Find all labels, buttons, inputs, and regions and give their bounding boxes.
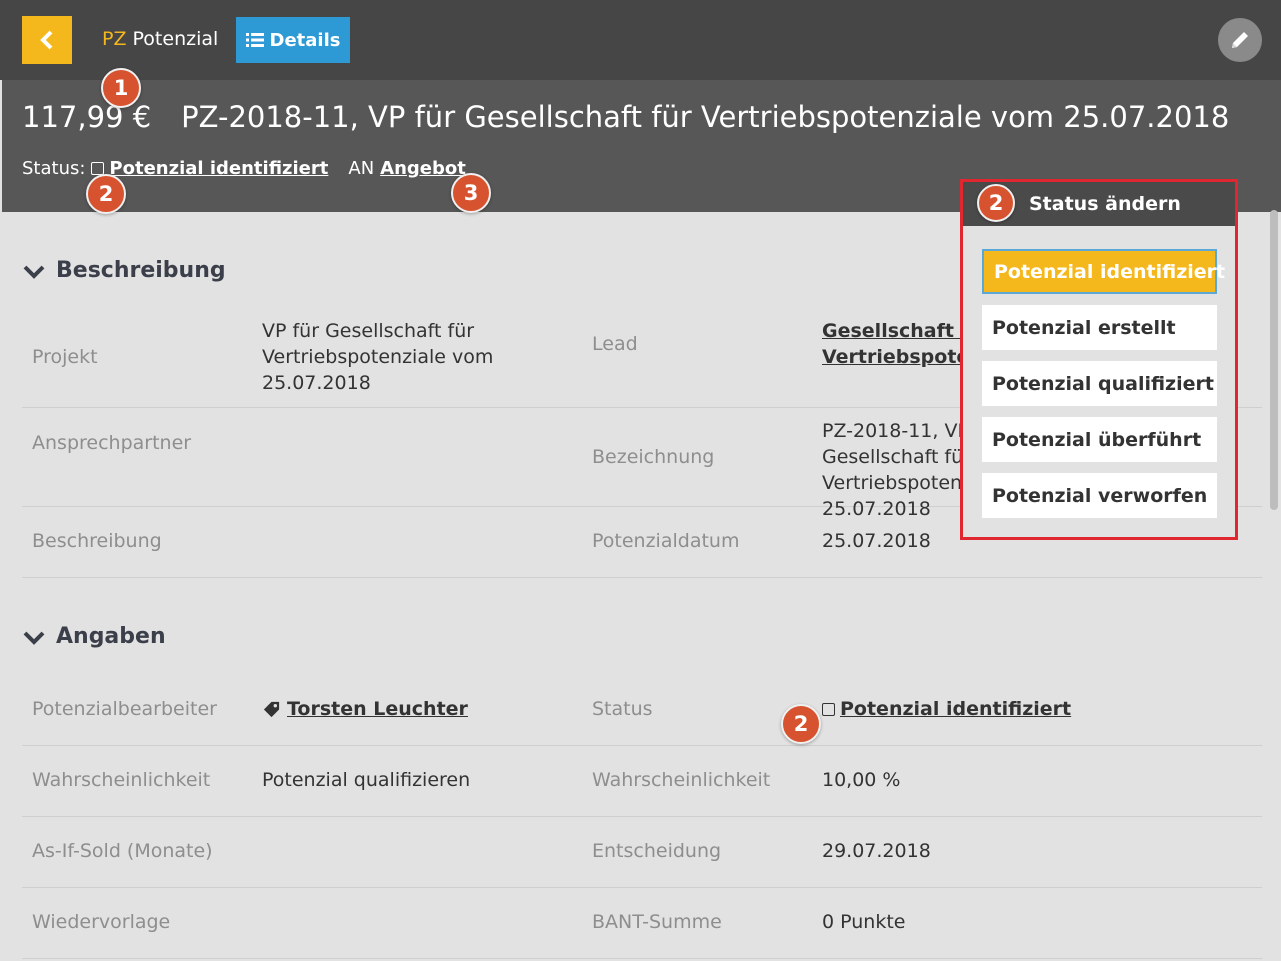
chevron-down-icon: [23, 265, 45, 279]
scrollbar[interactable]: [1270, 210, 1278, 510]
pencil-icon: [1232, 32, 1248, 48]
details-label: Details: [269, 29, 341, 51]
breadcrumb-label: Potenzial: [132, 28, 219, 50]
status-change-popup: Status ändern Potenzial identifiziert Po…: [960, 179, 1238, 540]
field-label: Lead: [592, 333, 638, 355]
chevron-left-icon: [40, 30, 53, 50]
callout-badge-3: 3: [451, 173, 491, 213]
field-value: 10,00 %: [822, 769, 901, 791]
title-text: PZ-2018-11, VP für Gesellschaft für Vert…: [181, 100, 1230, 134]
table-row: Potenzialbearbeiter Torsten Leuchter Sta…: [22, 674, 1262, 746]
field-value: 25.07.2018: [822, 530, 931, 552]
status-option[interactable]: Potenzial überführt: [982, 417, 1217, 462]
breadcrumb-abbr: PZ: [102, 28, 127, 50]
field-label: Projekt: [32, 346, 98, 368]
table-row: Wahrscheinlichkeit Potenzial qualifizier…: [22, 746, 1262, 817]
callout-badge-2: 2: [86, 174, 126, 214]
checkbox-icon: [91, 162, 105, 175]
an-label: AN: [348, 158, 375, 179]
callout-badge-2-status: 2: [781, 704, 821, 744]
details-button[interactable]: Details: [236, 17, 350, 63]
table-row: Wiedervorlage BANT-Summe 0 Punkte: [22, 888, 1262, 959]
field-value: Torsten Leuchter: [262, 696, 468, 722]
angebot-link[interactable]: Angebot: [380, 158, 466, 179]
section-angaben[interactable]: Angaben: [22, 624, 166, 649]
status-link[interactable]: Potenzial identifiziert: [840, 696, 1071, 722]
status-option[interactable]: Potenzial erstellt: [982, 305, 1217, 350]
breadcrumb[interactable]: PZ Potenzial: [102, 28, 218, 50]
table-row: As-If-Sold (Monate) Entscheidung 29.07.2…: [22, 817, 1262, 888]
field-label: Wahrscheinlichkeit: [592, 769, 771, 791]
field-label: Wiedervorlage: [32, 911, 171, 933]
field-value: 29.07.2018: [822, 840, 931, 862]
status-option[interactable]: Potenzial verworfen: [982, 473, 1217, 518]
field-label: Entscheidung: [592, 840, 722, 862]
section-title: Beschreibung: [56, 258, 226, 283]
field-label: BANT-Summe: [592, 911, 722, 933]
top-bar: PZ Potenzial Details: [0, 0, 1281, 80]
field-label: Beschreibung: [32, 530, 162, 552]
edit-button[interactable]: [1218, 18, 1262, 62]
amount: 117,99 €: [22, 100, 152, 134]
chevron-down-icon: [23, 631, 45, 645]
field-value: Potenzial qualifizieren: [262, 769, 471, 791]
status-line: Status: Potenzial identifiziert AN Angeb…: [22, 158, 466, 179]
status-option[interactable]: Potenzial qualifiziert: [982, 361, 1217, 406]
field-label: Wahrscheinlichkeit: [32, 769, 211, 791]
checkbox-icon: [822, 702, 835, 716]
field-label: As-If-Sold (Monate): [32, 840, 213, 862]
callout-badge-1: 1: [101, 68, 141, 108]
field-label: Potenzialdatum: [592, 530, 740, 552]
status-link[interactable]: Potenzial identifiziert: [109, 158, 328, 179]
field-value: Potenzial identifiziert: [822, 696, 1071, 722]
page-title: 117,99 € PZ-2018-11, VP für Gesellschaft …: [22, 100, 1229, 134]
list-icon: [245, 33, 264, 47]
section-beschreibung[interactable]: Beschreibung: [22, 258, 226, 283]
field-label: Potenzialbearbeiter: [32, 698, 217, 720]
section-title: Angaben: [56, 624, 166, 649]
field-value: VP für Gesellschaft für Vertriebspotenzi…: [262, 320, 494, 394]
bearbeiter-link[interactable]: Torsten Leuchter: [287, 696, 468, 722]
field-label: Bezeichnung: [592, 446, 715, 468]
status-label: Status:: [22, 158, 86, 179]
tag-icon: [263, 701, 280, 717]
callout-badge-2-popup: 2: [977, 184, 1015, 222]
field-label: Status: [592, 698, 653, 720]
field-label: Ansprechpartner: [32, 432, 192, 454]
back-button[interactable]: [22, 16, 72, 64]
status-option[interactable]: Potenzial identifiziert: [982, 249, 1225, 294]
field-value: 0 Punkte: [822, 911, 906, 933]
